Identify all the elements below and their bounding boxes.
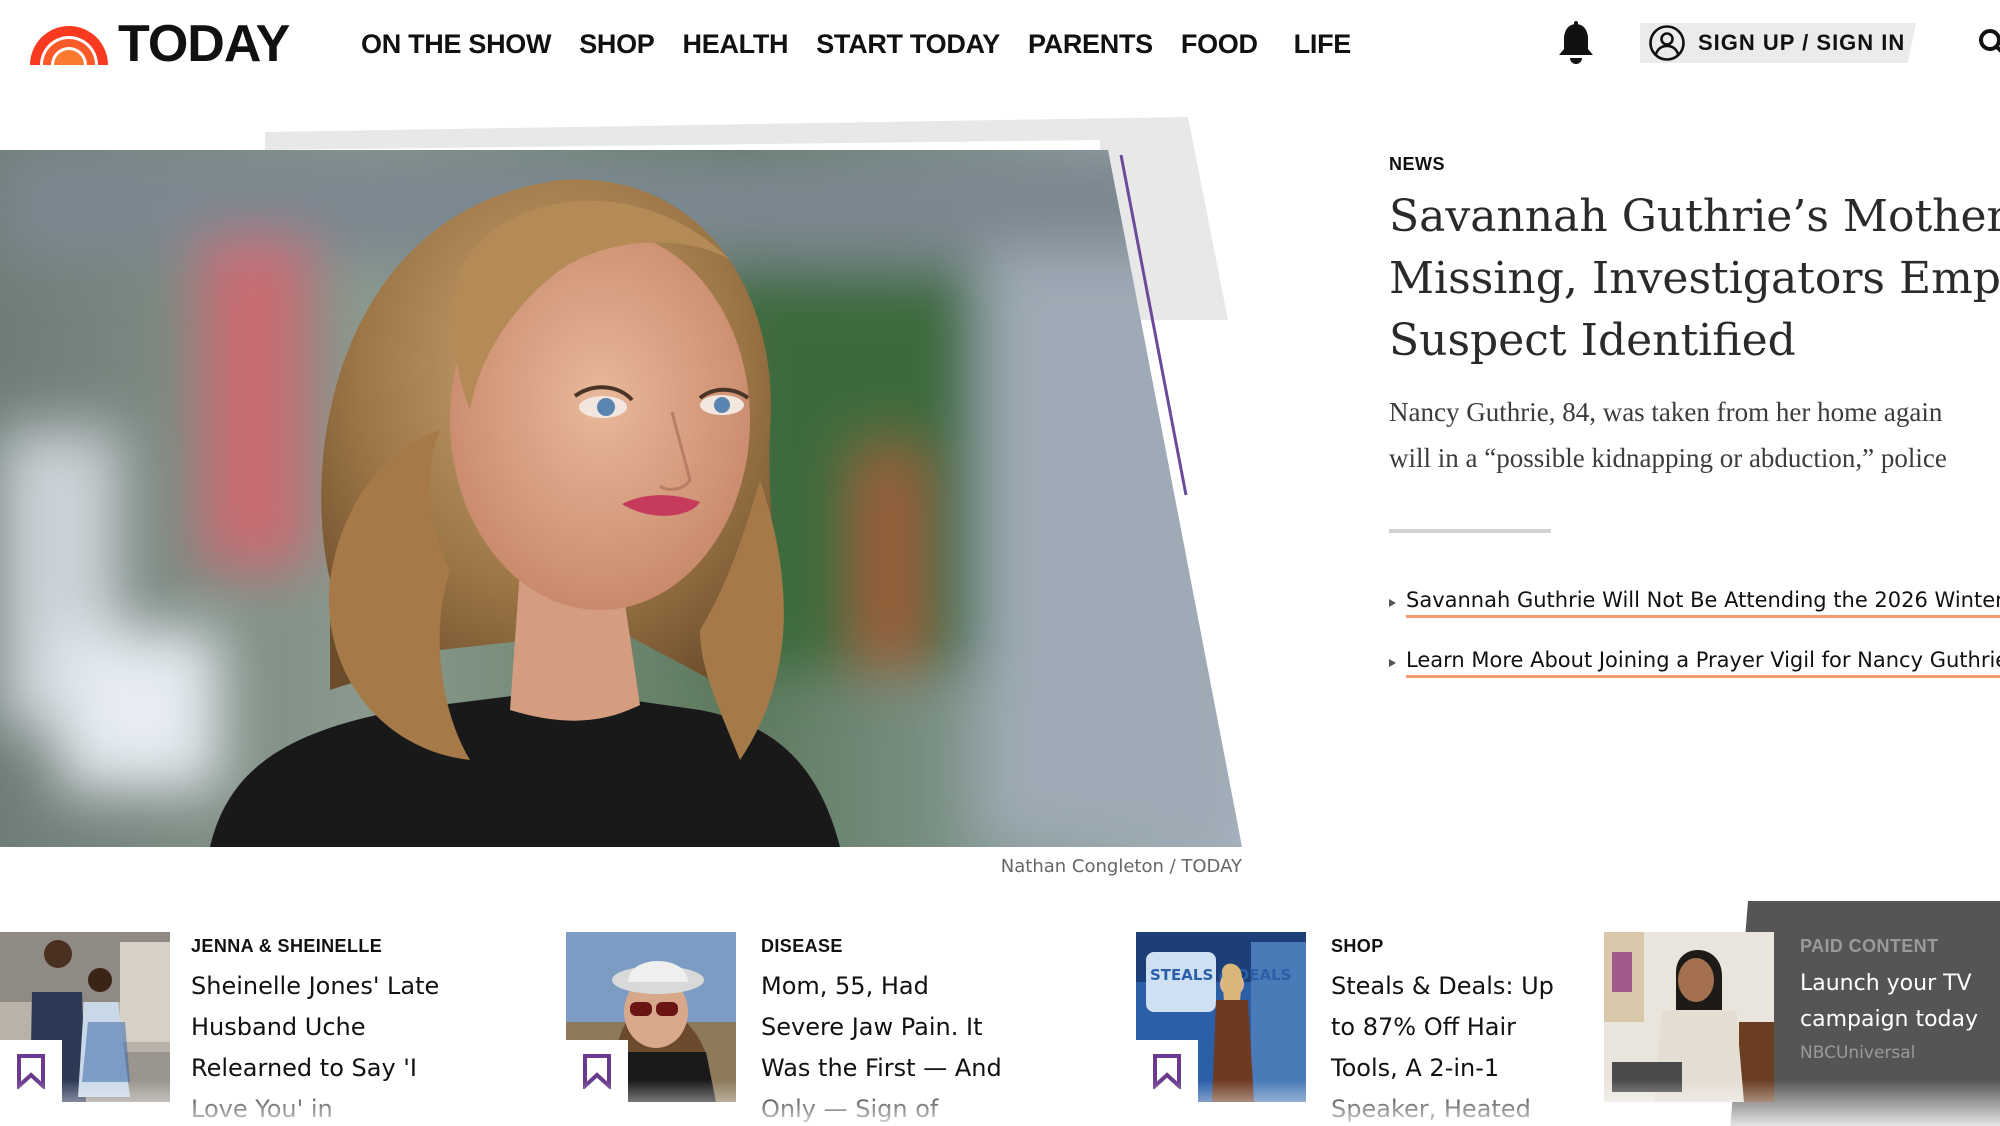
bookmark-icon	[17, 1054, 45, 1089]
hero-headline-line: Missing, Investigators Emphasiz	[1389, 253, 2000, 304]
bell-icon[interactable]	[1555, 21, 1597, 65]
hero-headline[interactable]: Savannah Guthrie’s Mother Rem Missing, I…	[1389, 186, 2000, 372]
bookmark-button[interactable]	[1136, 1040, 1198, 1102]
hero-dek-line: will in a “possible kidnapping or abduct…	[1389, 443, 1947, 473]
thumbnail-photo-woman-laptop	[1604, 932, 1774, 1102]
user-circle-icon	[1649, 25, 1685, 61]
card-kicker[interactable]: SHOP	[1331, 936, 1384, 957]
card-title[interactable]: Mom, 55, Had Severe Jaw Pain. It Was the…	[761, 966, 1011, 1126]
hero-headline-line: Suspect Identified	[1389, 315, 1796, 366]
sign-in-label: SIGN UP / SIGN IN	[1698, 30, 1906, 55]
card-title[interactable]: Sheinelle Jones' Late Husband Uche Relea…	[191, 966, 441, 1126]
bookmark-button[interactable]	[566, 1040, 628, 1102]
related-link-text: Learn More About Joining a Prayer Vigil …	[1406, 648, 2000, 678]
search-icon[interactable]	[1978, 28, 2000, 58]
hero-headline-line: Savannah Guthrie’s Mother Rem	[1389, 191, 2000, 242]
paid-content-kicker: PAID CONTENT	[1800, 936, 1939, 956]
nav-item-life[interactable]: LIFE	[1294, 26, 1352, 62]
bookmark-button[interactable]	[0, 1040, 62, 1102]
hero-kicker[interactable]: NEWS	[1389, 154, 1445, 175]
related-link[interactable]: Savannah Guthrie Will Not Be Attending t…	[1389, 588, 2000, 618]
bookmark-icon	[583, 1054, 611, 1089]
paid-content-brand: NBCUniversal	[1800, 1043, 1916, 1063]
related-link-text: Savannah Guthrie Will Not Be Attending t…	[1406, 588, 2000, 618]
paid-thumbnail[interactable]	[1604, 932, 1774, 1102]
card-title[interactable]: Steals & Deals: Up to 87% Off Hair Tools…	[1331, 966, 1581, 1126]
hero-dek: Nancy Guthrie, 84, was taken from her ho…	[1389, 389, 2000, 481]
paid-content-title[interactable]: Launch your TV campaign today	[1800, 966, 1990, 1038]
hero-dek-line: Nancy Guthrie, 84, was taken from her ho…	[1389, 397, 1943, 427]
card-kicker[interactable]: DISEASE	[761, 936, 843, 957]
sign-in-button[interactable]: SIGN UP / SIGN IN	[1640, 23, 1916, 63]
image-credit: Nathan Congleton / TODAY	[1000, 856, 1242, 877]
divider	[1389, 529, 1551, 533]
bullet-triangle-icon	[1389, 599, 1396, 607]
card-kicker[interactable]: JENNA & SHEINELLE	[191, 936, 382, 957]
hero-image[interactable]	[0, 150, 1242, 847]
bookmark-icon	[1153, 1054, 1181, 1089]
hero-photo-savannah-guthrie	[0, 150, 1242, 847]
bullet-triangle-icon	[1389, 659, 1396, 667]
related-link[interactable]: Learn More About Joining a Prayer Vigil …	[1389, 648, 2000, 678]
